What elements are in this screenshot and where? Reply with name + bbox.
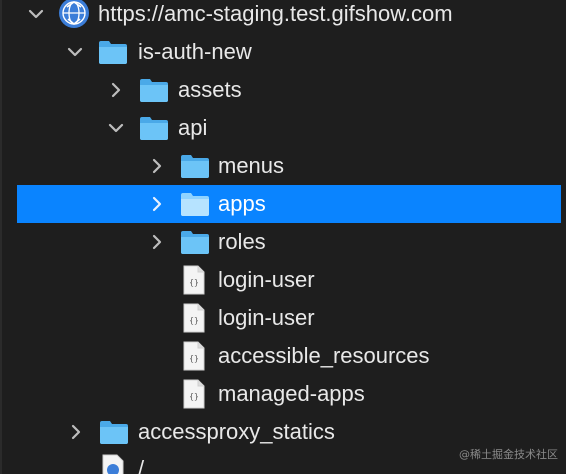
json-file-icon: {} xyxy=(183,379,205,409)
svg-text:{}: {} xyxy=(189,278,199,287)
json-file-icon: {} xyxy=(183,265,205,295)
tree-row-label: accessproxy_statics xyxy=(138,419,335,444)
tree-row-file[interactable]: {} managed-apps xyxy=(0,375,566,413)
tree-row-label: is-auth-new xyxy=(138,39,252,64)
folder-icon xyxy=(181,155,209,178)
tree-row-label: https://amc-staging.test.gifshow.com xyxy=(98,1,453,26)
globe-icon xyxy=(59,0,89,28)
chevron-right-icon[interactable] xyxy=(106,80,126,100)
tree-row-folder[interactable]: is-auth-new xyxy=(0,33,566,71)
tree-row-label: accessible_resources xyxy=(218,343,430,368)
tree-row-label: assets xyxy=(178,77,242,102)
tree-row-label: login-user xyxy=(218,267,315,292)
tree-row-label: roles xyxy=(218,229,266,254)
chevron-down-icon[interactable] xyxy=(65,42,85,62)
tree-row-label: / xyxy=(138,456,145,474)
tree-row-label: login-user xyxy=(218,305,315,330)
folder-icon xyxy=(99,41,127,64)
chevron-right-icon[interactable] xyxy=(66,422,86,442)
tree-row-folder-selected[interactable]: apps xyxy=(17,185,561,223)
tree-row-label: menus xyxy=(218,153,285,178)
chevron-right-icon[interactable] xyxy=(147,194,167,214)
tree-row-folder[interactable]: api xyxy=(0,109,566,147)
file-tree: https://amc-staging.test.gifshow.com is-… xyxy=(0,0,566,474)
svg-text:{}: {} xyxy=(189,354,199,363)
tree-row-root[interactable]: https://amc-staging.test.gifshow.com xyxy=(0,0,566,33)
folder-icon xyxy=(181,193,209,216)
svg-text:{}: {} xyxy=(189,392,199,401)
chevron-right-icon[interactable] xyxy=(147,156,167,176)
json-file-icon: {} xyxy=(183,303,205,333)
folder-icon xyxy=(140,117,168,140)
tree-row-folder[interactable]: assets xyxy=(0,71,566,109)
watermark: @稀土掘金技术社区 xyxy=(459,448,558,461)
request-file-icon xyxy=(102,454,124,474)
svg-text:{}: {} xyxy=(189,316,199,325)
tree-row-file[interactable]: {} login-user xyxy=(0,299,566,337)
folder-icon xyxy=(140,79,168,102)
tree-row-file[interactable]: {} accessible_resources xyxy=(0,337,566,375)
folder-icon xyxy=(181,231,209,254)
tree-row-label: managed-apps xyxy=(218,381,365,406)
chevron-right-icon[interactable] xyxy=(147,232,167,252)
tree-row-folder[interactable]: roles xyxy=(0,223,566,261)
chevron-down-icon[interactable] xyxy=(106,118,126,138)
tree-row-file[interactable]: {} login-user xyxy=(0,261,566,299)
tree-row-folder[interactable]: menus xyxy=(0,147,566,185)
tree-row-label: apps xyxy=(218,191,266,216)
tree-row-label: api xyxy=(178,115,208,140)
chevron-down-icon[interactable] xyxy=(26,4,46,24)
folder-icon xyxy=(100,421,128,444)
json-file-icon: {} xyxy=(183,341,205,371)
